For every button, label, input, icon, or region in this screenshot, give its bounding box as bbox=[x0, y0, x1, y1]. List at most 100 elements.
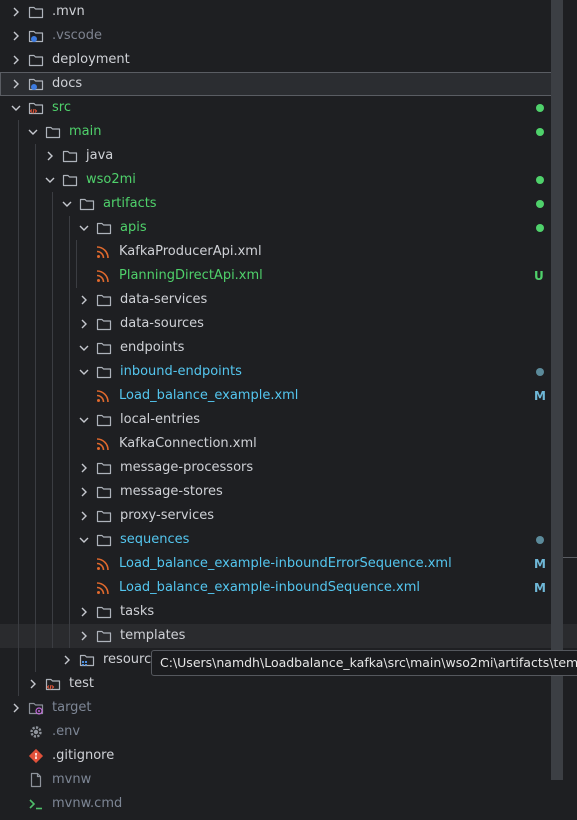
folder-icon bbox=[45, 124, 61, 140]
tree-item-label: endpoints bbox=[120, 340, 185, 355]
tree-folder-item[interactable]: message-processors bbox=[0, 456, 563, 480]
folder-icon bbox=[96, 292, 112, 308]
chevron-down-icon[interactable] bbox=[44, 174, 56, 186]
chevron-right-icon[interactable] bbox=[61, 654, 73, 666]
folder-icon bbox=[96, 508, 112, 524]
tree-item-label: tasks bbox=[120, 604, 155, 619]
tree-file-item[interactable]: Load_balance_example-inboundSequence.xml… bbox=[0, 576, 563, 600]
chevron-right-icon[interactable] bbox=[10, 6, 22, 18]
tree-file-item[interactable]: Load_balance_example-inboundErrorSequenc… bbox=[0, 552, 563, 576]
chevron-right-icon[interactable] bbox=[10, 54, 22, 66]
git-status-badge: M bbox=[534, 581, 546, 595]
chevron-right-icon[interactable] bbox=[10, 30, 22, 42]
tree-file-item[interactable]: mvnw bbox=[0, 768, 563, 792]
git-status-dot bbox=[536, 224, 544, 232]
chevron-down-icon[interactable] bbox=[78, 414, 90, 426]
folder-icon bbox=[96, 460, 112, 476]
tree-folder-item[interactable]: apis bbox=[0, 216, 563, 240]
tree-file-item[interactable]: Load_balance_example.xml M bbox=[0, 384, 563, 408]
tree-folder-item[interactable]: target bbox=[0, 696, 563, 720]
chevron-right-icon[interactable] bbox=[78, 630, 90, 642]
tree-folder-item[interactable]: wso2mi bbox=[0, 168, 563, 192]
folder-icon bbox=[96, 316, 112, 332]
tree-item-label: inbound-endpoints bbox=[120, 364, 242, 379]
tree-item-label: sequences bbox=[120, 532, 190, 547]
git-status-dot bbox=[536, 536, 544, 544]
tree-item-label: data-services bbox=[120, 292, 208, 307]
chevron-down-icon[interactable] bbox=[78, 342, 90, 354]
tree-item-label: message-processors bbox=[120, 460, 254, 475]
tree-folder-item[interactable]: endpoints bbox=[0, 336, 563, 360]
folder-icon bbox=[96, 220, 112, 236]
folder-icon bbox=[96, 412, 112, 428]
tree-item-label: message-stores bbox=[120, 484, 223, 499]
tree-folder-item[interactable]: sequences bbox=[0, 528, 563, 552]
chevron-down-icon[interactable] bbox=[10, 102, 22, 114]
tree-item-label: main bbox=[69, 124, 102, 139]
git-icon bbox=[28, 748, 44, 764]
chevron-down-icon[interactable] bbox=[61, 198, 73, 210]
folder-icon bbox=[62, 148, 78, 164]
path-tooltip: C:\Users\namdh\Loadbalance_kafka\src\mai… bbox=[151, 650, 577, 676]
chevron-right-icon[interactable] bbox=[78, 462, 90, 474]
tree-folder-item[interactable]: data-sources bbox=[0, 312, 563, 336]
git-status-dot bbox=[536, 176, 544, 184]
tree-file-item[interactable]: KafkaConnection.xml bbox=[0, 432, 563, 456]
tree-folder-item[interactable]: data-services bbox=[0, 288, 563, 312]
tree-folder-item[interactable]: templates bbox=[0, 624, 577, 648]
tree-folder-item[interactable]: java bbox=[0, 144, 563, 168]
tree-folder-item[interactable]: local-entries bbox=[0, 408, 563, 432]
tree-folder-item[interactable]: tasks bbox=[0, 600, 563, 624]
chevron-right-icon[interactable] bbox=[44, 150, 56, 162]
chevron-right-icon[interactable] bbox=[27, 678, 39, 690]
folder-target-icon bbox=[28, 700, 44, 716]
tree-item-label: java bbox=[86, 148, 114, 163]
folder-test-icon bbox=[45, 676, 61, 692]
tree-item-label: apis bbox=[120, 220, 147, 235]
tree-folder-item[interactable]: main bbox=[0, 120, 563, 144]
explorer-tree: .mvn .vscode deployment docs src main java wso2… bbox=[0, 0, 577, 820]
tree-file-item[interactable]: PlanningDirectApi.xml U bbox=[0, 264, 563, 288]
tree-file-item[interactable]: mvnw.cmd bbox=[0, 792, 563, 816]
chevron-down-icon[interactable] bbox=[78, 534, 90, 546]
tree-folder-item[interactable]: .vscode bbox=[0, 24, 563, 48]
git-status-dot bbox=[536, 200, 544, 208]
indent-guide bbox=[35, 144, 36, 672]
tree-folder-item[interactable]: .mvn bbox=[0, 0, 563, 24]
folder-icon bbox=[96, 364, 112, 380]
chevron-right-icon[interactable] bbox=[78, 606, 90, 618]
folder-source-icon bbox=[28, 100, 44, 116]
tree-item-label: Load_balance_example-inboundErrorSequenc… bbox=[119, 556, 452, 571]
chevron-right-icon[interactable] bbox=[78, 318, 90, 330]
indent-guide bbox=[69, 216, 70, 648]
tree-file-item[interactable]: .env bbox=[0, 720, 563, 744]
chevron-down-icon[interactable] bbox=[78, 366, 90, 378]
tree-folder-item[interactable]: src bbox=[0, 96, 563, 120]
tree-item-label: src bbox=[52, 100, 71, 115]
folder-icon bbox=[96, 340, 112, 356]
chevron-down-icon[interactable] bbox=[27, 126, 39, 138]
tree-item-label: target bbox=[52, 700, 92, 715]
git-status-dot bbox=[536, 104, 544, 112]
tree-folder-item[interactable]: inbound-endpoints bbox=[0, 360, 563, 384]
tree-item-label: mvnw.cmd bbox=[52, 796, 123, 811]
tree-folder-item[interactable]: deployment bbox=[0, 48, 563, 72]
chevron-right-icon[interactable] bbox=[78, 510, 90, 522]
tree-folder-item[interactable]: artifacts bbox=[0, 192, 563, 216]
tree-folder-item[interactable]: message-stores bbox=[0, 480, 563, 504]
indent-guide bbox=[18, 120, 19, 696]
tree-item-label: KafkaConnection.xml bbox=[119, 436, 257, 451]
chevron-right-icon[interactable] bbox=[78, 486, 90, 498]
folder-icon bbox=[79, 196, 95, 212]
terminal-icon bbox=[28, 796, 44, 812]
tree-item-label: .mvn bbox=[52, 4, 85, 19]
tree-file-item[interactable]: .gitignore bbox=[0, 744, 563, 768]
tree-folder-item[interactable]: docs bbox=[0, 72, 562, 96]
chevron-right-icon[interactable] bbox=[10, 702, 22, 714]
chevron-right-icon[interactable] bbox=[10, 78, 22, 90]
xml-file-icon bbox=[95, 268, 111, 284]
chevron-down-icon[interactable] bbox=[78, 222, 90, 234]
tree-file-item[interactable]: KafkaProducerApi.xml bbox=[0, 240, 563, 264]
chevron-right-icon[interactable] bbox=[78, 294, 90, 306]
tree-folder-item[interactable]: proxy-services bbox=[0, 504, 563, 528]
